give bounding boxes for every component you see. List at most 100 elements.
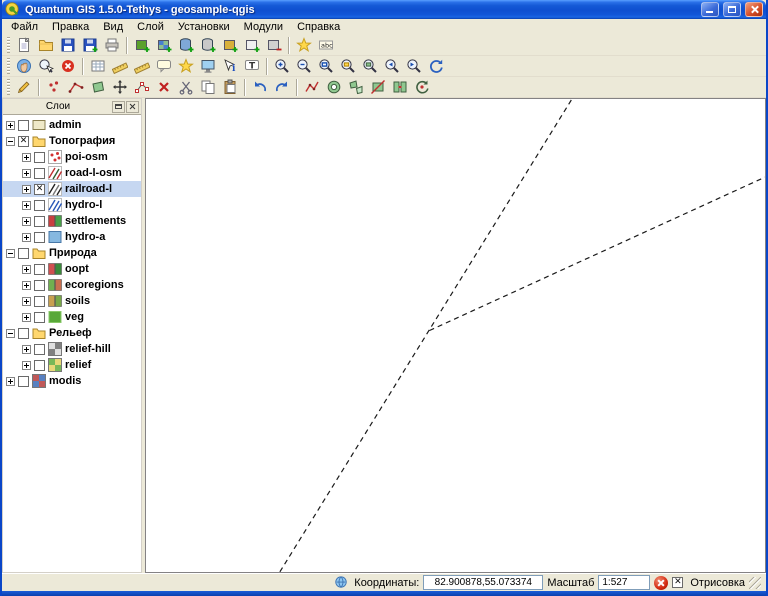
expand-plus-icon[interactable]	[6, 121, 15, 130]
menu-1[interactable]: Файл	[4, 20, 45, 34]
open-project-button[interactable]	[35, 35, 57, 55]
visibility-checkbox[interactable]	[18, 328, 29, 339]
resize-grip-icon[interactable]	[749, 577, 761, 589]
visibility-checkbox[interactable]	[34, 312, 45, 323]
expand-plus-icon[interactable]	[22, 265, 31, 274]
new-project-button[interactable]	[13, 35, 35, 55]
measure-area-button[interactable]	[131, 56, 153, 76]
float-panel-button[interactable]	[112, 101, 125, 113]
expand-plus-icon[interactable]	[22, 185, 31, 194]
layer-item-рельеф[interactable]: Рельеф	[3, 325, 141, 341]
capture-line-button[interactable]	[65, 77, 87, 97]
merge-features-button[interactable]	[389, 77, 411, 97]
text-annotation-button[interactable]: T	[241, 56, 263, 76]
menu-4[interactable]: Слой	[130, 20, 171, 34]
scale-input[interactable]	[598, 575, 650, 590]
rotate-point-symbols-button[interactable]	[411, 77, 433, 97]
expand-plus-icon[interactable]	[6, 377, 15, 386]
new-shapefile-layer-button[interactable]	[241, 35, 263, 55]
layer-item-hydro-a[interactable]: hydro-a	[3, 229, 141, 245]
map-canvas[interactable]	[145, 98, 766, 573]
visibility-checkbox[interactable]	[34, 280, 45, 291]
pan-map-button[interactable]	[13, 56, 35, 76]
expand-plus-icon[interactable]	[22, 233, 31, 242]
visibility-checkbox[interactable]	[18, 136, 29, 147]
expand-plus-icon[interactable]	[22, 361, 31, 370]
capture-polygon-button[interactable]	[87, 77, 109, 97]
capture-point-button[interactable]	[43, 77, 65, 97]
layer-item-veg[interactable]: veg	[3, 309, 141, 325]
move-feature-button[interactable]	[109, 77, 131, 97]
add-spatialite-layer-button[interactable]	[197, 35, 219, 55]
toggle-editing-button[interactable]	[13, 77, 35, 97]
visibility-checkbox[interactable]	[34, 360, 45, 371]
save-project-as-button[interactable]	[79, 35, 101, 55]
layer-item-modis[interactable]: modis	[3, 373, 141, 389]
expand-plus-icon[interactable]	[22, 281, 31, 290]
zoom-out-button[interactable]	[293, 56, 315, 76]
delete-selected-button[interactable]	[153, 77, 175, 97]
zoom-to-layer-button[interactable]	[359, 56, 381, 76]
visibility-checkbox[interactable]	[34, 200, 45, 211]
labeling-button[interactable]: abc	[315, 35, 337, 55]
render-checkbox[interactable]	[672, 577, 683, 588]
toolbar-grip[interactable]	[7, 37, 10, 53]
print-composer-button[interactable]	[101, 35, 123, 55]
layer-item-soils[interactable]: soils	[3, 293, 141, 309]
zoom-full-button[interactable]	[315, 56, 337, 76]
zoom-native-resolution-button[interactable]	[197, 56, 219, 76]
add-postgis-layer-button[interactable]	[175, 35, 197, 55]
copy-features-button[interactable]	[197, 77, 219, 97]
expand-minus-icon[interactable]	[6, 249, 15, 258]
toolbar-grip[interactable]	[7, 79, 10, 95]
add-raster-layer-button[interactable]	[153, 35, 175, 55]
open-attribute-table-button[interactable]	[87, 56, 109, 76]
layer-item-oopt[interactable]: oopt	[3, 261, 141, 277]
redo-button[interactable]	[271, 77, 293, 97]
coords-input[interactable]	[423, 575, 543, 590]
close-panel-button[interactable]	[126, 101, 139, 113]
layer-item-природа[interactable]: Природа	[3, 245, 141, 261]
add-wms-layer-button[interactable]	[219, 35, 241, 55]
add-part-button[interactable]	[345, 77, 367, 97]
visibility-checkbox[interactable]	[34, 296, 45, 307]
layer-item-relief[interactable]: relief	[3, 357, 141, 373]
menu-5[interactable]: Установки	[171, 20, 237, 34]
stop-render-button[interactable]	[654, 576, 668, 590]
expand-plus-icon[interactable]	[22, 313, 31, 322]
visibility-checkbox[interactable]	[18, 120, 29, 131]
maximize-button[interactable]	[723, 2, 741, 17]
remove-layer-button[interactable]	[263, 35, 285, 55]
toolbar-grip[interactable]	[7, 58, 10, 74]
visibility-checkbox[interactable]	[34, 344, 45, 355]
expand-plus-icon[interactable]	[22, 153, 31, 162]
cut-features-button[interactable]	[175, 77, 197, 97]
visibility-checkbox[interactable]	[18, 376, 29, 387]
select-features-button[interactable]	[35, 56, 57, 76]
measure-line-button[interactable]	[109, 56, 131, 76]
layer-item-road-l-osm[interactable]: road-l-osm	[3, 165, 141, 181]
visibility-checkbox[interactable]	[18, 248, 29, 259]
zoom-to-selection-button[interactable]	[337, 56, 359, 76]
menu-6[interactable]: Модули	[237, 20, 290, 34]
visibility-checkbox[interactable]	[34, 168, 45, 179]
layer-item-settlements[interactable]: settlements	[3, 213, 141, 229]
expand-plus-icon[interactable]	[22, 345, 31, 354]
add-ring-button[interactable]	[323, 77, 345, 97]
deselect-all-button[interactable]	[57, 56, 79, 76]
refresh-map-button[interactable]	[425, 56, 447, 76]
node-tool-button[interactable]	[131, 77, 153, 97]
map-tips-button[interactable]	[153, 56, 175, 76]
simplify-feature-button[interactable]	[301, 77, 323, 97]
layer-item-poi-osm[interactable]: poi-osm	[3, 149, 141, 165]
split-features-button[interactable]	[367, 77, 389, 97]
layer-item-relief-hill[interactable]: relief-hill	[3, 341, 141, 357]
menu-3[interactable]: Вид	[96, 20, 130, 34]
minimize-button[interactable]	[701, 2, 719, 17]
title-bar[interactable]: Quantum GIS 1.5.0-Tethys - geosample-qgi…	[2, 0, 766, 19]
close-button[interactable]	[745, 2, 763, 17]
visibility-checkbox[interactable]	[34, 264, 45, 275]
save-project-button[interactable]	[57, 35, 79, 55]
expand-plus-icon[interactable]	[22, 169, 31, 178]
layer-item-топография[interactable]: Топография	[3, 133, 141, 149]
